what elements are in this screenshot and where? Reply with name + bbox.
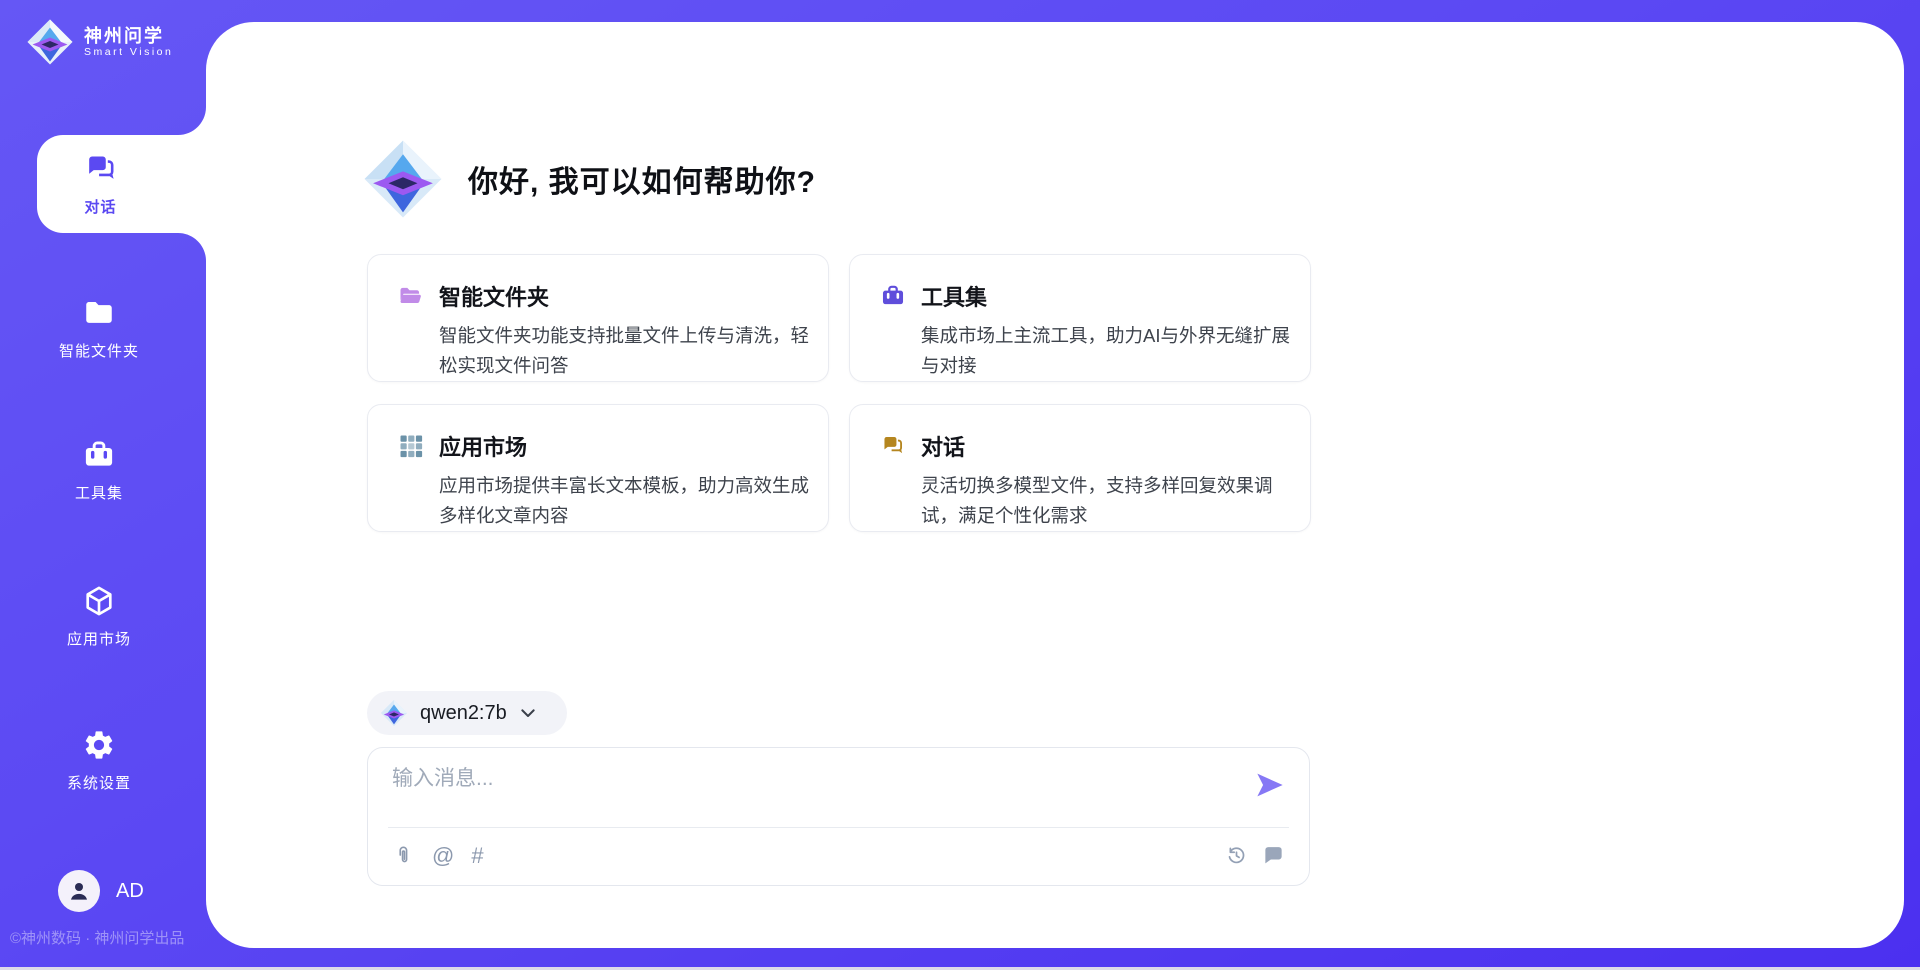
history-icon — [1225, 844, 1248, 867]
history-button[interactable] — [1225, 844, 1248, 867]
card-title: 智能文件夹 — [439, 280, 549, 312]
user-name: AD — [116, 880, 144, 903]
message-input[interactable] — [392, 764, 1222, 820]
at-icon[interactable]: @ — [432, 844, 454, 867]
card-title: 应用市场 — [439, 430, 527, 462]
card-toolset[interactable]: 工具集 集成市场上主流工具，助力AI与外界无缝扩展与对接 — [849, 254, 1311, 382]
sidebar-item-app-market[interactable]: 应用市场 — [0, 584, 206, 649]
chat-bubble-icon — [1262, 844, 1285, 867]
model-name: qwen2:7b — [420, 702, 507, 725]
hash-icon[interactable]: # — [471, 844, 483, 867]
folder-open-icon — [398, 283, 424, 309]
brand-name: 神州问学 — [84, 26, 173, 46]
toolbox-icon — [82, 438, 116, 472]
greeting-text: 你好, 我可以如何帮助你? — [468, 157, 816, 201]
avatar — [58, 870, 100, 912]
card-title: 工具集 — [921, 280, 987, 312]
brand-diamond-icon — [26, 18, 74, 66]
send-button[interactable] — [1254, 769, 1286, 801]
sidebar-item-smart-folder[interactable]: 智能文件夹 — [0, 296, 206, 361]
user-account[interactable]: AD — [58, 870, 144, 912]
card-description: 集成市场上主流工具，助力AI与外界无缝扩展与对接 — [921, 321, 1299, 381]
copyright-footer: ©神州数码 · 神州问学出品 — [10, 927, 206, 948]
chevron-down-icon — [521, 709, 535, 718]
cube-icon — [82, 584, 116, 618]
grid-icon — [398, 433, 424, 459]
brand-diamond-icon — [362, 138, 444, 220]
card-description: 智能文件夹功能支持批量文件上传与清洗，轻松实现文件问答 — [439, 321, 817, 381]
card-chat[interactable]: 对话 灵活切换多模型文件，支持多样回复效果调试，满足个性化需求 — [849, 404, 1311, 532]
brand-logo: 神州问学 Smart Vision — [26, 18, 173, 66]
card-app-market[interactable]: 应用市场 应用市场提供丰富长文本模板，助力高效生成多样化文章内容 — [367, 404, 829, 532]
sidebar-item-label: 智能文件夹 — [59, 340, 139, 361]
gear-icon — [82, 728, 116, 762]
sidebar-item-chat[interactable]: 对话 — [37, 135, 206, 233]
sidebar-item-toolset[interactable]: 工具集 — [0, 438, 206, 503]
sidebar-item-label: 系统设置 — [67, 772, 131, 793]
send-icon — [1254, 769, 1286, 801]
composer-divider — [388, 827, 1289, 828]
sidebar-item-label: 工具集 — [75, 482, 123, 503]
attach-file-button[interactable] — [392, 844, 415, 867]
greeting: 你好, 我可以如何帮助你? — [362, 138, 816, 220]
toolbox-icon — [880, 283, 906, 309]
card-title: 对话 — [921, 430, 965, 462]
folder-icon — [82, 296, 116, 330]
paperclip-icon — [392, 844, 415, 867]
model-selector[interactable]: qwen2:7b — [367, 691, 567, 735]
message-composer: @ # — [367, 747, 1310, 886]
sidebar-item-label: 应用市场 — [67, 628, 131, 649]
card-description: 应用市场提供丰富长文本模板，助力高效生成多样化文章内容 — [439, 471, 817, 531]
brand-diamond-icon — [380, 699, 408, 727]
tab-fillet-top — [178, 107, 206, 135]
card-description: 灵活切换多模型文件，支持多样回复效果调试，满足个性化需求 — [921, 471, 1299, 531]
feature-cards: 智能文件夹 智能文件夹功能支持批量文件上传与清洗，轻松实现文件问答 工具集 集成… — [367, 254, 1311, 532]
card-smart-folder[interactable]: 智能文件夹 智能文件夹功能支持批量文件上传与清洗，轻松实现文件问答 — [367, 254, 829, 382]
sidebar-item-settings[interactable]: 系统设置 — [0, 728, 206, 793]
sidebar-item-label: 对话 — [84, 196, 116, 217]
chat-history-button[interactable] — [1262, 844, 1285, 867]
tab-fillet-bottom — [178, 233, 206, 261]
chat-bubbles-icon — [83, 151, 119, 187]
person-icon — [66, 878, 92, 904]
brand-subtitle: Smart Vision — [84, 46, 173, 59]
chat-bubbles-icon — [880, 433, 906, 459]
